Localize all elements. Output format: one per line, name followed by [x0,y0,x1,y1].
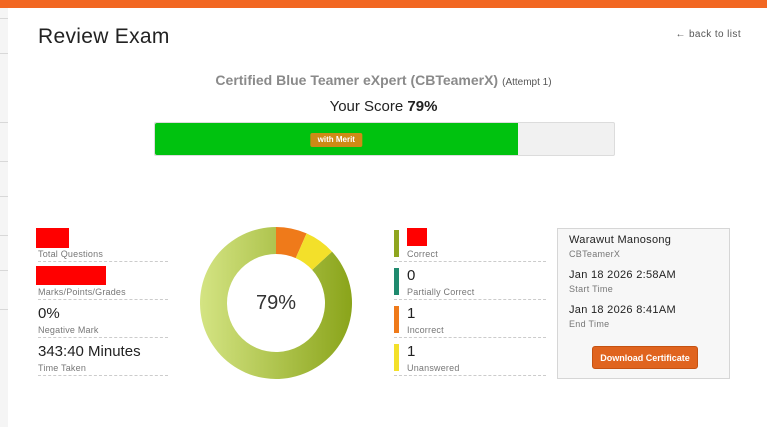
download-certificate-button[interactable]: Download Certificate [592,346,698,369]
sidebar-segment[interactable] [0,196,8,236]
sidebar-segment[interactable] [0,18,8,54]
legend-value: 0 [407,267,416,284]
exam-name: Certified Blue Teamer eXpert (CBTeamerX) [215,72,499,88]
legend-value: 1 [407,305,416,322]
legend-label: Incorrect [407,325,444,335]
stat-value: 0% [38,305,60,322]
legend-label: Correct [407,249,438,259]
stat-negative-mark: 0% Negative Mark [38,304,168,338]
legend-color-bar [394,230,399,257]
stat-label: Time Taken [38,363,87,373]
legend-label: Unanswered [407,363,460,373]
sidebar-segment[interactable] [0,122,8,162]
start-time-label: Start Time [569,284,614,294]
stat-label: Marks/Points/Grades [38,287,126,297]
back-arrow-icon: ← [675,29,686,40]
stat-marks: Marks/Points/Grades [36,266,168,300]
end-time-value: Jan 18 2026 8:41AM [569,304,676,316]
legend-partially-correct: 0 Partially Correct [394,266,546,300]
attempt-label: (Attempt 1) [502,77,552,88]
sidebar-segment[interactable] [0,270,8,310]
stat-label: Negative Mark [38,325,99,335]
stat-value: 343:40 Minutes [38,343,141,360]
legend-color-bar [394,306,399,333]
legend-color-bar [394,268,399,295]
score-label: Your Score [329,98,404,115]
redaction-block [407,228,427,246]
legend-correct: Correct [394,228,546,262]
course-code: CBTeamerX [569,249,621,259]
legend-color-bar [394,344,399,371]
merit-badge: with Merit [310,133,362,147]
score-value: 79% [407,98,438,115]
redaction-block [36,228,69,248]
legend-label: Partially Correct [407,287,475,297]
stat-time-taken: 343:40 Minutes Time Taken [38,342,168,376]
score-line: Your Score 79% [0,98,767,115]
page-title: Review Exam [38,25,170,48]
sidebar-edge [0,8,8,427]
back-to-list-link[interactable]: ← back to list [676,29,741,40]
stat-total-questions: Total Questions [36,228,168,262]
back-link-label: back to list [688,29,741,40]
legend-value: 1 [407,343,416,360]
exam-title: Certified Blue Teamer eXpert (CBTeamerX)… [0,72,767,88]
certificate-panel: Warawut Manosong CBTeamerX Jan 18 2026 2… [557,228,730,379]
end-time-label: End Time [569,319,610,329]
candidate-name: Warawut Manosong [569,234,672,246]
start-time-value: Jan 18 2026 2:58AM [569,269,676,281]
stat-label: Total Questions [38,249,104,259]
score-progress-bar: with Merit [154,122,615,156]
donut-center-label: 79% [255,292,297,314]
legend-incorrect: 1 Incorrect [394,304,546,338]
legend-unanswered: 1 Unanswered [394,342,546,376]
top-accent-bar [0,0,767,8]
redaction-block [36,266,106,285]
